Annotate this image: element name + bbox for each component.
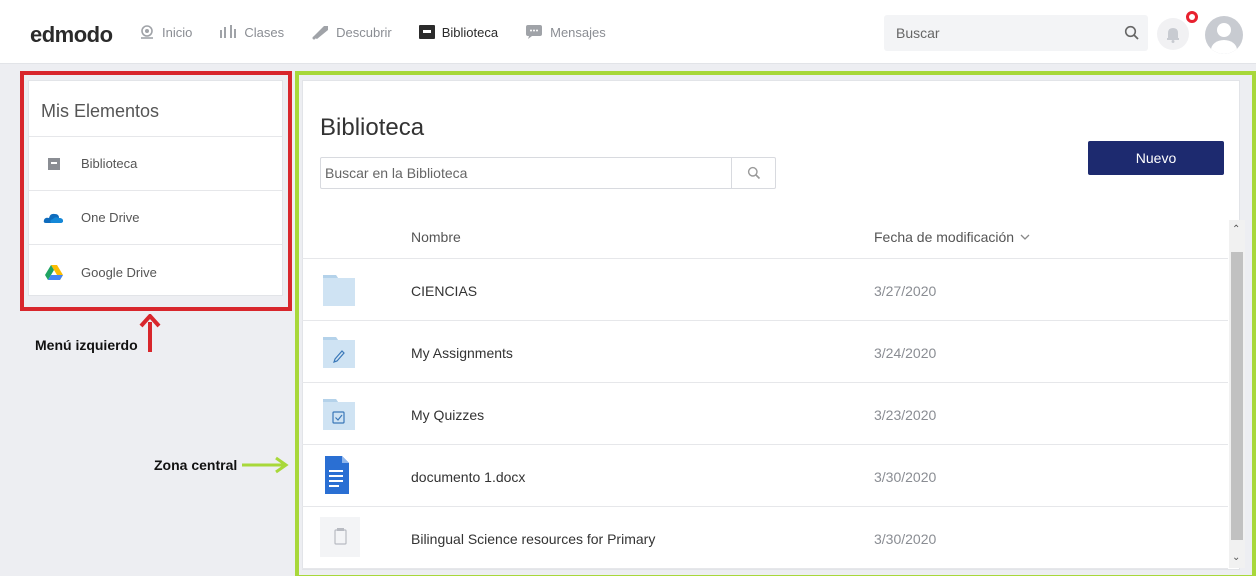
quizzes-folder-icon <box>323 399 355 430</box>
table-row[interactable]: CIENCIAS 3/27/2020 <box>302 259 1228 321</box>
edmodo-logo[interactable]: edmodo <box>30 22 113 48</box>
central-zone-label: Zona central <box>154 457 238 473</box>
classes-icon <box>220 25 237 38</box>
new-button[interactable]: Nuevo <box>1088 141 1224 175</box>
table-row[interactable]: Bilingual Science resources for Primary … <box>302 507 1228 569</box>
green-arrow-icon <box>242 456 289 474</box>
messages-icon <box>526 25 543 39</box>
nav-item-biblioteca[interactable]: Biblioteca <box>418 24 498 40</box>
row-name: documento 1.docx <box>411 469 526 485</box>
nav-item-mensajes[interactable]: Mensajes <box>524 24 606 40</box>
red-arrow-icon <box>139 314 161 352</box>
folder-icon <box>323 275 355 306</box>
nav-label: Biblioteca <box>441 24 499 40</box>
search-icon <box>747 166 760 180</box>
scrollbar-thumb[interactable] <box>1231 252 1243 540</box>
left-menu-label: Menú izquierdo <box>35 337 138 353</box>
nav-item-descubrir[interactable]: Descubrir <box>310 24 392 40</box>
resource-file-icon <box>320 517 360 557</box>
table-row[interactable]: My Assignments 3/24/2020 <box>302 321 1228 383</box>
bell-icon <box>1167 28 1179 43</box>
home-icon <box>141 25 153 39</box>
left-menu-highlight <box>20 71 292 311</box>
nav-label: Mensajes <box>550 24 606 40</box>
notification-badge <box>1183 8 1201 26</box>
row-name: My Quizzes <box>411 407 485 423</box>
nav-label: Descubrir <box>336 24 392 40</box>
row-name: My Assignments <box>411 345 513 361</box>
column-header-date[interactable]: Fecha de modificación <box>874 229 1030 245</box>
row-date: 3/30/2020 <box>874 469 937 485</box>
table-row[interactable]: documento 1.docx 3/30/2020 <box>302 445 1228 507</box>
row-date: 3/30/2020 <box>874 531 937 547</box>
row-date: 3/27/2020 <box>874 283 937 299</box>
library-search-input[interactable] <box>321 158 731 188</box>
nav-label: Clases <box>244 24 285 40</box>
library-search <box>320 157 776 189</box>
nav-label: Inicio <box>162 24 193 40</box>
row-date: 3/24/2020 <box>874 345 937 361</box>
row-name: Bilingual Science resources for Primary <box>411 531 656 547</box>
global-search-input[interactable] <box>884 15 1116 51</box>
column-header-name[interactable]: Nombre <box>411 229 461 245</box>
nav-item-clases[interactable]: Clases <box>218 24 284 40</box>
global-search <box>884 15 1148 51</box>
row-date: 3/23/2020 <box>874 407 937 423</box>
discover-icon <box>312 26 329 40</box>
table-row[interactable]: My Quizzes 3/23/2020 <box>302 383 1228 445</box>
scroll-down-arrow-icon[interactable]: ⌄ <box>1232 552 1240 563</box>
document-icon <box>325 456 349 494</box>
row-name: CIENCIAS <box>411 283 478 299</box>
library-search-button[interactable] <box>731 158 775 188</box>
user-avatar[interactable] <box>1205 16 1243 54</box>
page-title: Biblioteca <box>320 114 425 141</box>
main-nav: Inicio Clases Descubrir Biblioteca Mensa… <box>138 0 632 64</box>
search-icon[interactable] <box>1116 25 1148 41</box>
scroll-up-arrow-icon[interactable]: ⌃ <box>1232 224 1240 235</box>
column-header-date-label: Fecha de modificación <box>874 229 1015 245</box>
nav-item-inicio[interactable]: Inicio <box>138 24 192 40</box>
chevron-down-icon <box>1020 234 1030 240</box>
top-navigation-bar: edmodo Inicio Clases Descubrir Bibliotec… <box>0 0 1256 64</box>
assignments-folder-icon <box>323 337 355 368</box>
library-icon <box>418 25 435 39</box>
